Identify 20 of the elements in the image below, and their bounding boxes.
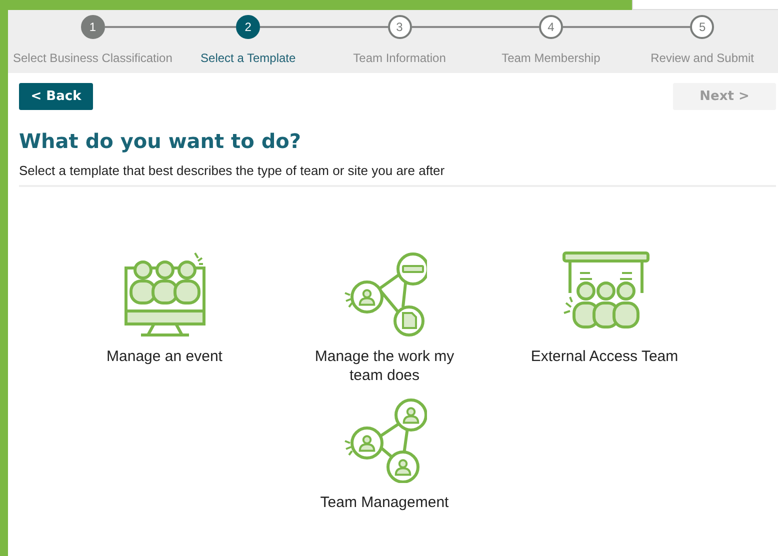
template-label[interactable]: Team Management bbox=[304, 493, 464, 512]
step-label: Team Membership bbox=[502, 51, 600, 65]
step-label: Team Information bbox=[353, 51, 446, 65]
network-icon bbox=[342, 251, 426, 337]
step-circle: 1 bbox=[80, 15, 105, 39]
page-heading: What do you want to do? bbox=[19, 129, 302, 153]
back-button[interactable]: < Back bbox=[19, 83, 93, 110]
step-circle: 4 bbox=[538, 15, 563, 39]
template-label[interactable]: External Access Team bbox=[524, 347, 684, 366]
team-network-icon bbox=[342, 397, 426, 483]
step-circle: 3 bbox=[388, 15, 412, 39]
page-subtitle: Select a template that best describes the type of team or site you are after bbox=[19, 163, 776, 187]
template-label[interactable]: Manage an event bbox=[84, 347, 244, 366]
step-label: Select a Template bbox=[200, 51, 296, 65]
monitor-people-icon bbox=[122, 251, 206, 337]
step-label: Select Business Classification bbox=[13, 51, 172, 65]
step-circle: 2 bbox=[236, 15, 260, 39]
step-label: Review and Submit bbox=[650, 51, 754, 65]
template-label[interactable]: Manage the work my team does bbox=[304, 347, 464, 385]
step-circle: 5 bbox=[690, 15, 714, 39]
